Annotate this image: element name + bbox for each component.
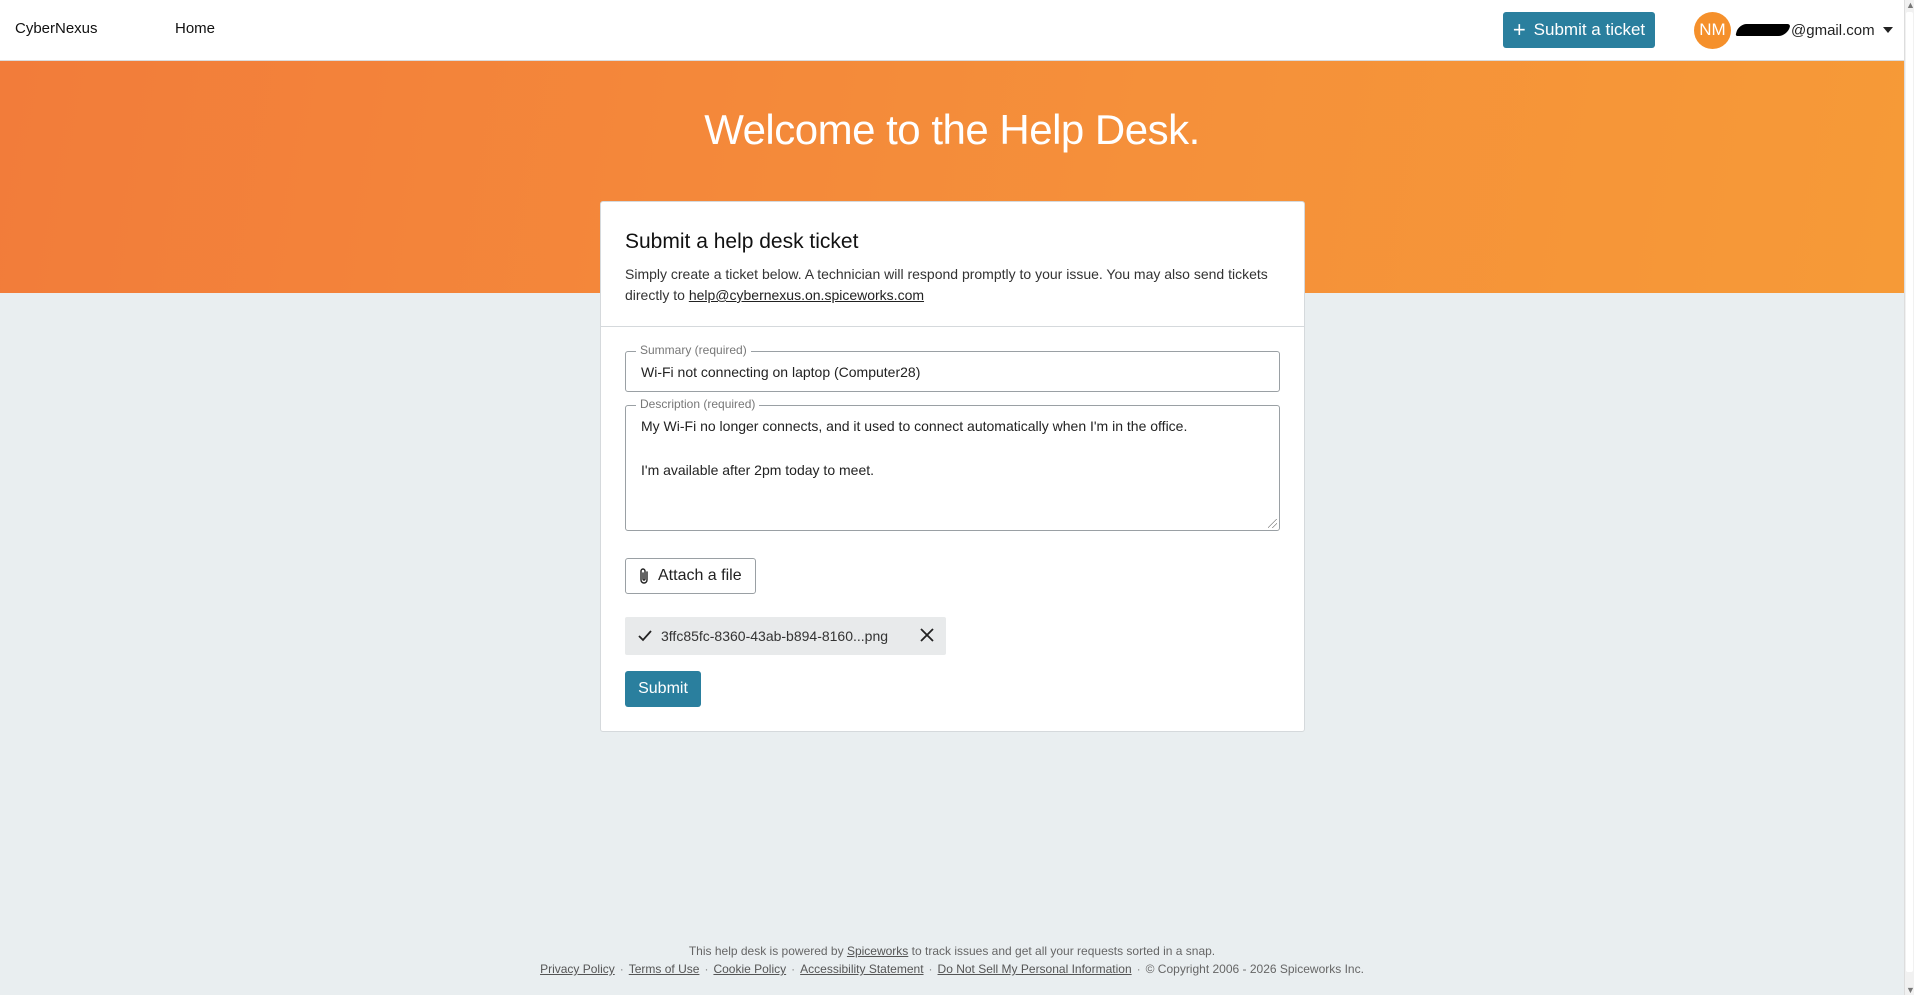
close-icon[interactable] (918, 626, 936, 644)
attach-file-label: Attach a file (658, 567, 742, 584)
description-field[interactable]: Description (required) My Wi-Fi no longe… (625, 397, 1280, 531)
terms-of-use-link[interactable]: Terms of Use (629, 962, 700, 976)
top-navbar: CyberNexus Home + Submit a ticket NM @gm… (0, 0, 1904, 61)
attached-file-chip: 3ffc85fc-8360-43ab-b894-8160...png (625, 617, 946, 655)
plus-icon: + (1512, 17, 1526, 42)
attached-file-name: 3ffc85fc-8360-43ab-b894-8160...png (661, 628, 889, 644)
card-header: Submit a help desk ticket Simply create … (601, 202, 1304, 327)
cookie-policy-link[interactable]: Cookie Policy (713, 962, 786, 976)
description-label: Description (required) (636, 397, 760, 411)
footer-separator: · (704, 962, 709, 976)
helpdesk-email-link[interactable]: help@cybernexus.on.spiceworks.com (689, 287, 924, 303)
form-title: Submit a help desk ticket (625, 230, 859, 253)
footer-links: Privacy Policy · Terms of Use · Cookie Polic… (0, 960, 1904, 978)
footer-separator: · (928, 962, 933, 976)
attach-file-button[interactable]: Attach a file (625, 558, 756, 594)
hero-title: Welcome to the Help Desk. (704, 106, 1200, 153)
do-not-sell-link[interactable]: Do Not Sell My Personal Information (938, 962, 1132, 976)
scroll-down-arrow-icon[interactable]: ▼ (1906, 985, 1914, 995)
brand-name[interactable]: CyberNexus (15, 20, 98, 37)
page: CyberNexus Home + Submit a ticket NM @gm… (0, 0, 1904, 995)
avatar: NM (1694, 11, 1731, 49)
footer: This help desk is powered by Spiceworks … (0, 942, 1904, 978)
description-textarea[interactable]: My Wi-Fi no longer connects, and it used… (641, 415, 1187, 481)
vertical-scrollbar[interactable]: ▲ ▼ (1904, 0, 1914, 995)
form-description: Simply create a ticket below. A technici… (625, 264, 1280, 306)
user-menu[interactable]: NM @gmail.com (1694, 11, 1893, 49)
submit-ticket-header-label: Submit a ticket (1533, 20, 1646, 39)
scroll-up-arrow-icon[interactable]: ▲ (1906, 0, 1914, 10)
redacted-email-mark (1735, 24, 1791, 36)
paperclip-icon (640, 568, 648, 584)
privacy-policy-link[interactable]: Privacy Policy (540, 962, 615, 976)
check-icon (638, 630, 652, 642)
footer-powered-prefix: This help desk is powered by (688, 944, 844, 958)
spiceworks-link[interactable]: Spiceworks (847, 944, 908, 958)
summary-label: Summary (required) (636, 343, 751, 357)
footer-separator: · (619, 962, 624, 976)
accessibility-statement-link[interactable]: Accessibility Statement (800, 962, 923, 976)
footer-powered-suffix: to track issues and get all your request… (911, 944, 1216, 958)
footer-separator: · (791, 962, 796, 976)
footer-separator: · (1136, 962, 1141, 976)
submit-button[interactable]: Submit (625, 671, 701, 707)
summary-input[interactable] (626, 352, 1279, 391)
footer-powered-line: This help desk is powered by Spiceworks … (0, 942, 1904, 960)
scrollbar-thumb[interactable] (1906, 12, 1913, 972)
submit-ticket-header-button[interactable]: + Submit a ticket (1503, 12, 1655, 48)
resize-handle[interactable] (1268, 519, 1277, 528)
user-email: @gmail.com (1791, 21, 1875, 39)
copyright: © Copyright 2006 - 2026 Spiceworks Inc. (1145, 962, 1364, 976)
chevron-down-icon (1882, 27, 1893, 33)
nav-home-link[interactable]: Home (175, 20, 215, 37)
ticket-form-card: Submit a help desk ticket Simply create … (600, 201, 1305, 732)
summary-field[interactable]: Summary (required) (625, 343, 1280, 392)
